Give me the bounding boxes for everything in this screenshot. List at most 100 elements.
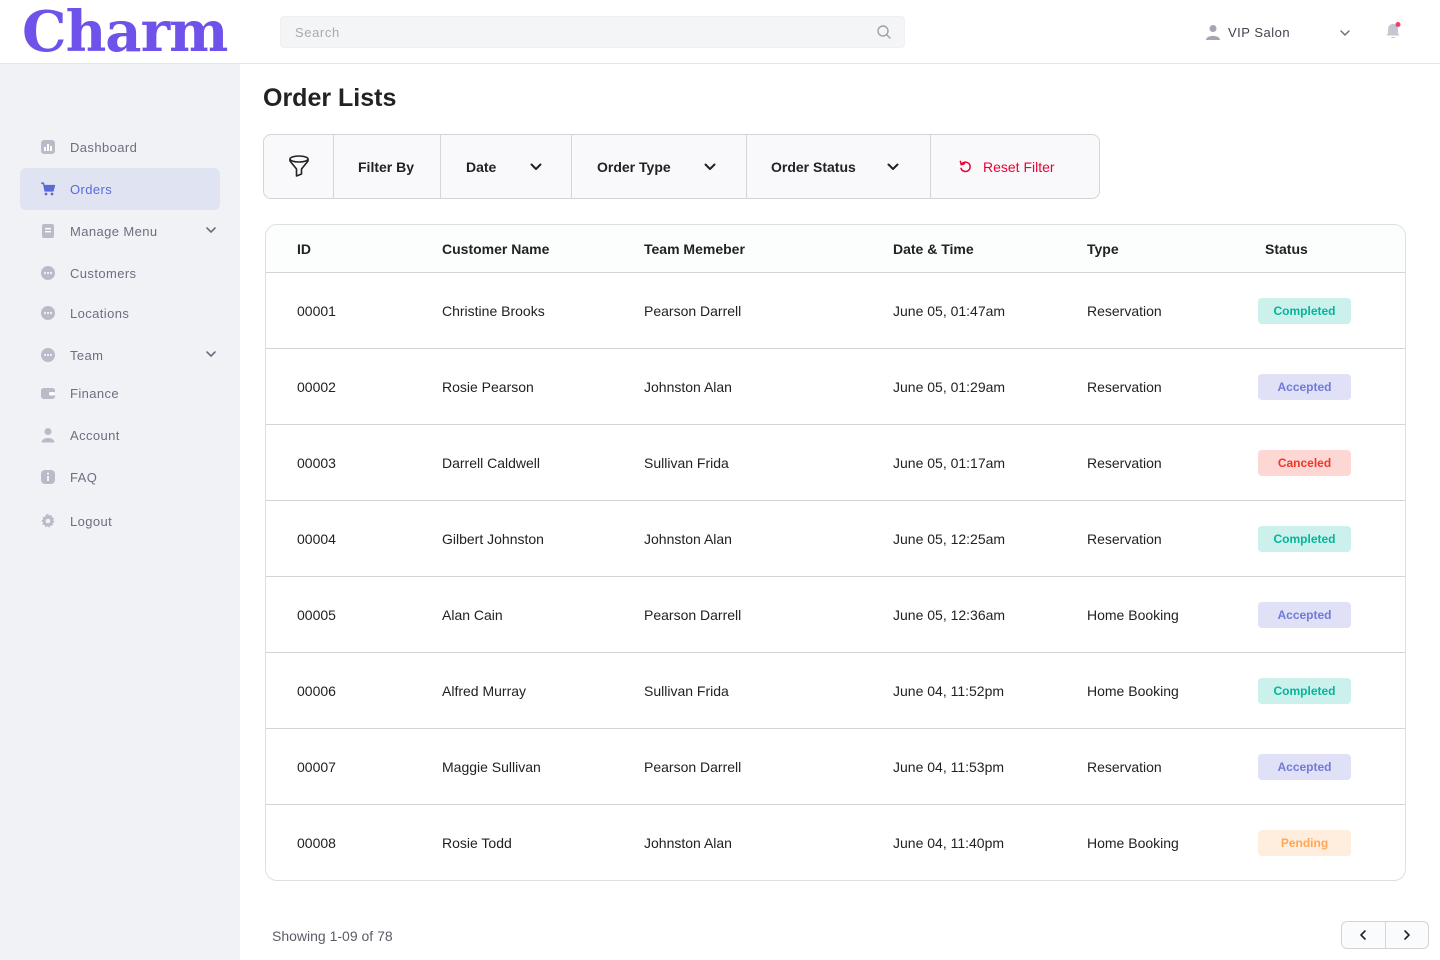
table-row[interactable]: 00006 Alfred Murray Sullivan Frida June 04,… [266,653,1405,729]
sidebar-item-dashboard[interactable]: Dashboard [20,126,220,168]
status-badge: Accepted [1258,753,1351,780]
wallet-icon [40,385,56,401]
status-badge: Completed [1258,677,1351,704]
cell-status: Accepted [1258,601,1405,628]
sidebar-item-locations[interactable]: Locations [20,292,220,334]
chat-bubble-icon [40,347,56,363]
sidebar-nav: Dashboard Orders Manage Menu Customers Locat… [20,126,220,542]
cell-type: Home Booking [1087,682,1179,699]
cell-customer: Christine Brooks [442,302,545,319]
table-row[interactable]: 00001 Christine Brooks Pearson Darrell June… [266,273,1405,349]
table-row[interactable]: 00005 Alan Cain Pearson Darrell June 05, 12… [266,577,1405,653]
cell-id: 00002 [297,378,336,395]
order-status-filter-dropdown[interactable]: Order Status [747,135,931,198]
reset-filter-button[interactable]: Reset Filter [931,135,1099,198]
column-header-team[interactable]: Team Memeber [644,241,893,257]
chevron-down-icon[interactable] [1338,26,1352,40]
cell-team: Johnston Alan [644,378,732,395]
sidebar-item-account[interactable]: Account [20,414,220,456]
filter-bar: Filter By Date Order Type Order Status R [263,134,1100,199]
status-badge: Pending [1258,830,1351,856]
order-type-filter-dropdown[interactable]: Order Type [572,135,747,198]
user-name: VIP Salon [1228,24,1291,40]
sidebar-item-label: Logout [70,513,113,529]
search-box [280,16,905,48]
sidebar-item-manage-menu[interactable]: Manage Menu [20,210,220,252]
search-input[interactable] [281,17,904,47]
cell-type: Reservation [1087,378,1162,395]
cell-type: Home Booking [1087,606,1179,623]
cell-date: June 04, 11:40pm [893,835,1005,851]
cell-status: Accepted [1258,373,1405,400]
column-header-status[interactable]: Status [1258,241,1405,257]
cell-status: Accepted [1258,753,1405,780]
chevron-down-icon [530,163,542,170]
date-filter-dropdown[interactable]: Date [441,135,572,198]
cell-date: June 05, 12:25am [893,530,1006,547]
chevron-down-icon[interactable] [204,347,218,361]
table-row[interactable]: 00003 Darrell Caldwell Sullivan Frida June … [266,425,1405,501]
filter-by-label: Filter By [334,135,441,198]
cell-customer: Alan Cain [442,606,503,623]
cell-id: 00003 [297,454,336,471]
info-icon [40,469,56,485]
reset-filter-label: Reset Filter [983,158,1055,175]
cell-date: June 05, 12:36am [893,606,1006,623]
bar-chart-icon [40,139,56,155]
cell-team: Sullivan Frida [644,682,729,699]
sidebar-item-label: Dashboard [70,139,138,155]
sidebar-item-orders[interactable]: Orders [20,168,220,210]
table-row[interactable]: 00008 Rosie Todd Johnston Alan June 04, 11:… [266,805,1405,880]
sidebar-item-faq[interactable]: FAQ [20,456,220,498]
order-type-filter-label: Order Type [597,158,671,175]
sidebar-item-label: Finance [70,385,120,401]
table-row[interactable]: 00007 Maggie Sullivan Pearson Darrell June … [266,729,1405,805]
cell-type: Reservation [1087,302,1162,319]
sidebar-item-team[interactable]: Team [20,334,220,376]
cell-id: 00006 [297,682,336,699]
previous-page-button[interactable] [1342,922,1386,948]
filter-icon-cell[interactable] [264,135,334,198]
sidebar: Charm Dashboard Orders Manage Menu Customer… [0,0,240,960]
top-bar: VIP Salon [240,0,1440,64]
cell-id: 00007 [297,758,336,775]
column-header-customer[interactable]: Customer Name [442,241,644,257]
sidebar-item-label: Customers [70,265,137,281]
chat-bubble-icon [40,305,56,321]
sidebar-item-label: Team [70,347,104,363]
date-filter-label: Date [466,158,497,175]
cell-team: Pearson Darrell [644,606,742,623]
column-header-type[interactable]: Type [1087,241,1258,257]
table-header: ID Customer Name Team Memeber Date & Tim… [266,225,1405,273]
pagination-summary: Showing 1-09 of 78 [272,928,393,944]
column-header-id[interactable]: ID [266,241,442,257]
cell-date: June 05, 01:17am [893,454,1006,471]
sidebar-item-logout[interactable]: Logout [20,500,220,542]
status-badge: Completed [1258,525,1351,552]
cell-type: Reservation [1087,530,1162,547]
next-page-button[interactable] [1386,922,1429,948]
table-row[interactable]: 00002 Rosie Pearson Johnston Alan June 05, … [266,349,1405,425]
cell-customer: Gilbert Johnston [442,530,544,547]
sidebar-item-label: FAQ [70,469,98,485]
column-header-date[interactable]: Date & Time [893,241,1087,257]
sidebar-item-label: Manage Menu [70,223,158,239]
cell-team: Johnston Alan [644,835,732,851]
table-row[interactable]: 00004 Gilbert Johnston Johnston Alan June 0… [266,501,1405,577]
cell-customer: Rosie Todd [442,835,512,851]
cell-date: June 05, 01:29am [893,378,1006,395]
chevron-down-icon [704,163,716,170]
search-icon[interactable] [876,24,892,40]
sidebar-item-finance[interactable]: Finance [20,372,220,414]
notification-bell-icon[interactable] [1384,21,1402,41]
orders-table: ID Customer Name Team Memeber Date & Tim… [265,224,1406,881]
brand-logo[interactable]: Charm [22,0,240,64]
chevron-down-icon[interactable] [204,223,218,237]
pagination-controls [1341,921,1429,949]
chevron-left-icon [1360,930,1367,940]
main-content: Order Lists Filter By Date Order Type Or… [240,64,1440,960]
cell-status: Canceled [1258,449,1405,476]
user-menu[interactable]: VIP Salon [1206,22,1290,42]
cell-date: June 04, 11:52pm [893,682,1005,699]
sidebar-item-customers[interactable]: Customers [20,252,220,294]
